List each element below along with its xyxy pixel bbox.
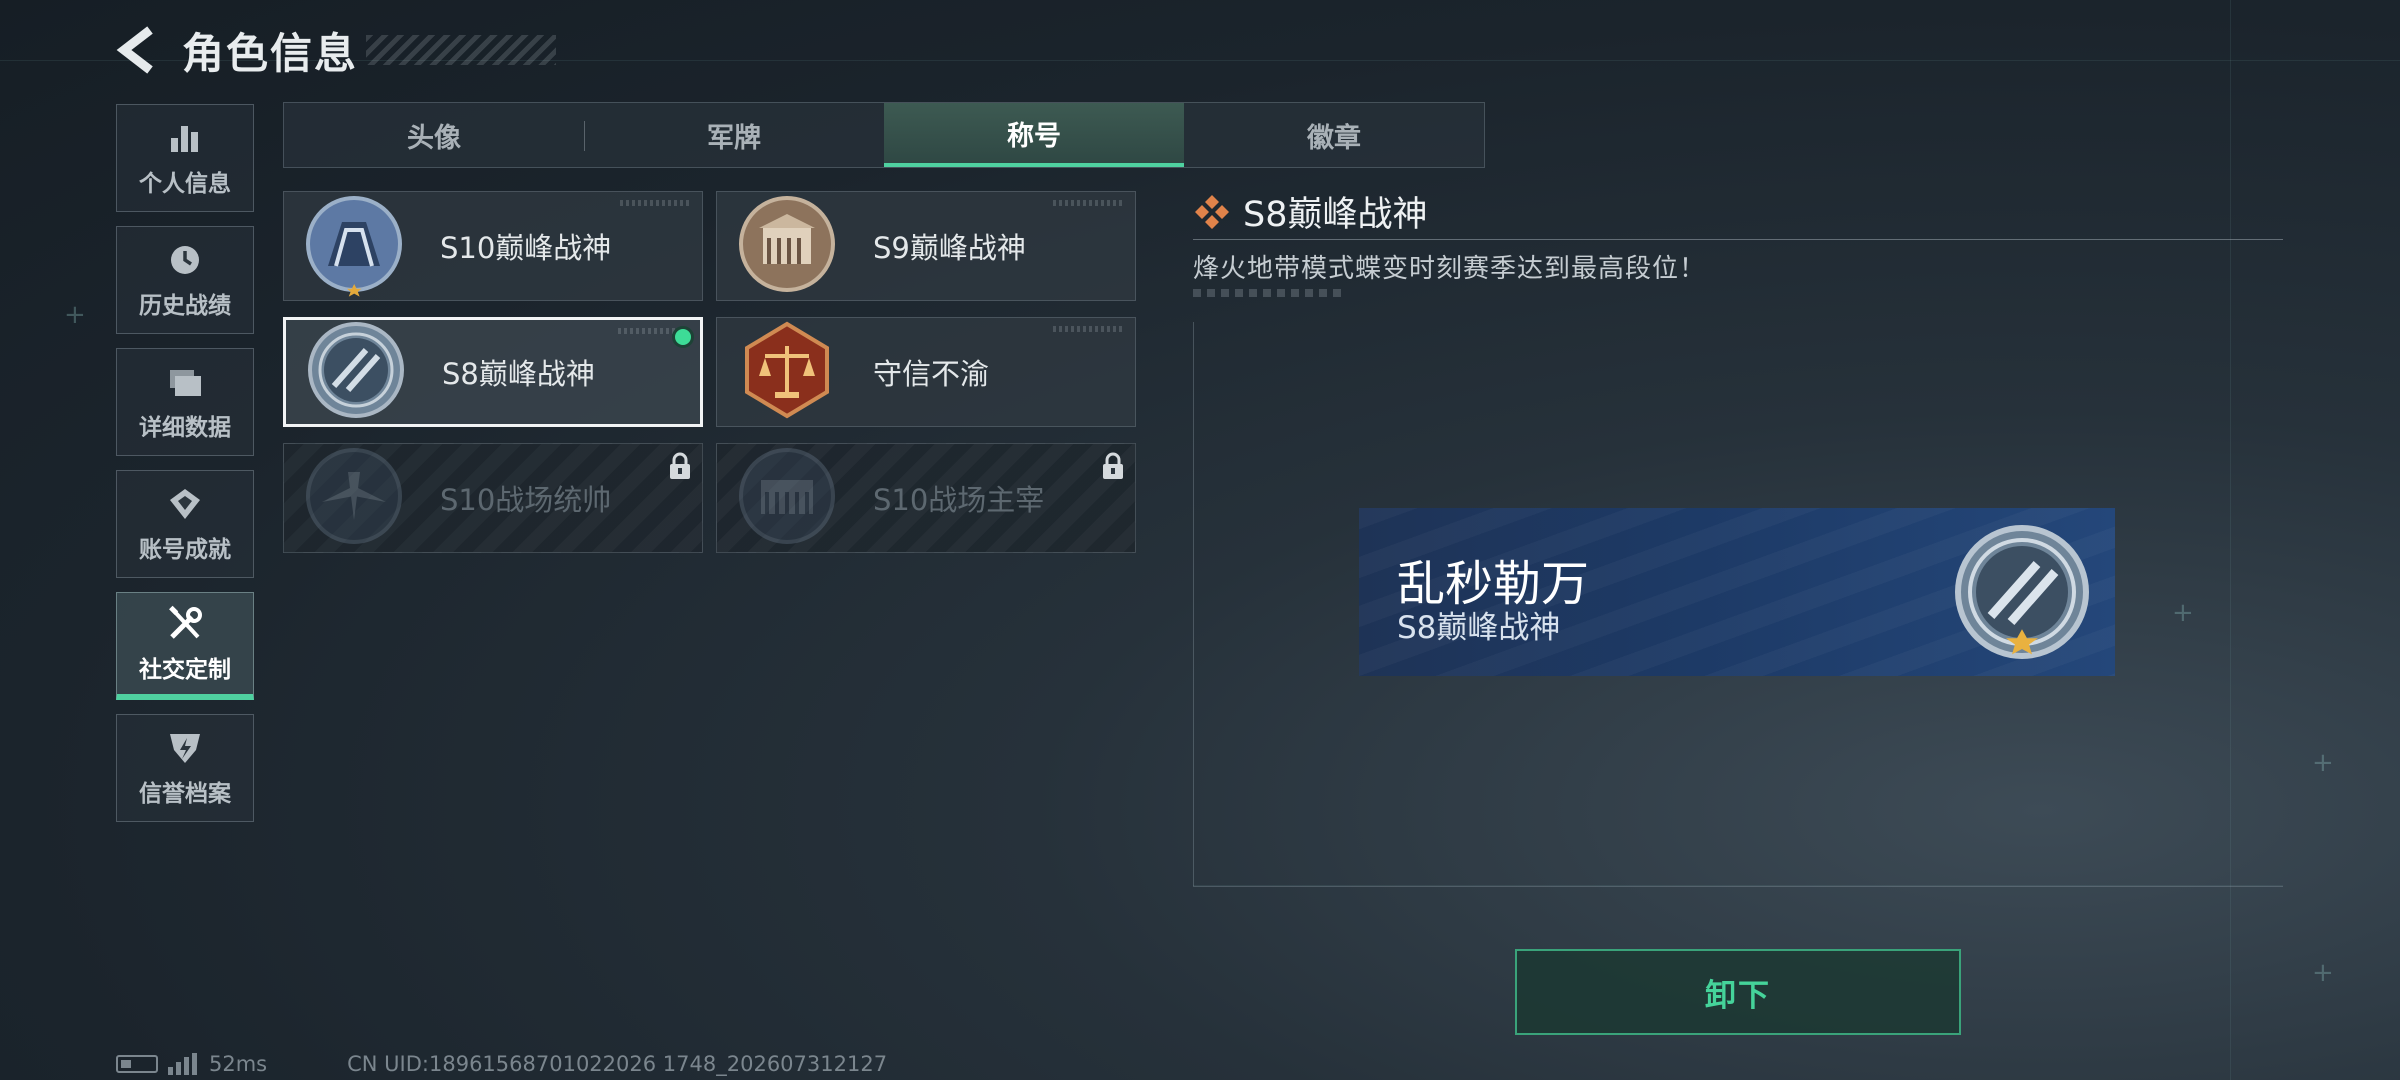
- sidebar-item-label: 账号成就: [139, 537, 231, 563]
- bg-crosshair: +: [2312, 958, 2334, 988]
- title-card[interactable]: S9巅峰战神: [716, 191, 1136, 301]
- tab-title[interactable]: 称号: [884, 103, 1184, 167]
- tab-badge[interactable]: 徽章: [1184, 103, 1484, 167]
- title-name: S10巅峰战神: [440, 231, 612, 265]
- sidebar-item-label: 社交定制: [139, 656, 231, 683]
- sidebar-item-match-history[interactable]: 历史战绩: [116, 226, 254, 334]
- card-decoration: [1053, 200, 1123, 206]
- shield-badge-icon: [165, 728, 205, 768]
- page-title: 角色信息: [182, 28, 359, 78]
- bg-crosshair: +: [2312, 748, 2334, 778]
- back-button[interactable]: [112, 20, 164, 80]
- sidebar-item-label: 信誉档案: [139, 781, 231, 807]
- title-name: S10战场统帅: [440, 483, 612, 517]
- ping-value: 52ms: [209, 1052, 268, 1076]
- sidebar-item-social-custom[interactable]: 社交定制: [116, 592, 254, 700]
- unequip-button[interactable]: 卸下: [1515, 949, 1961, 1035]
- sidebar-item-detailed-data[interactable]: 详细数据: [116, 348, 254, 456]
- peak-s9-emblem-icon: [739, 196, 835, 292]
- title-card-locked[interactable]: S10战场统帅: [283, 443, 703, 553]
- equipped-indicator: [672, 326, 694, 348]
- battlefield-commander-emblem-icon: [306, 448, 402, 544]
- user-uid: CN UID:18961568701022026 1748_2026073121…: [347, 1052, 888, 1076]
- bg-crosshair: +: [64, 300, 86, 330]
- tab-avatar[interactable]: 头像: [284, 103, 584, 167]
- status-bar: 52ms CN UID:18961568701022026 1748_20260…: [116, 1052, 887, 1076]
- detail-header: S8巅峰战神: [1193, 186, 1428, 237]
- title-decoration: [366, 35, 557, 65]
- sidebar-item-label: 历史战绩: [139, 293, 231, 319]
- card-decoration: [1053, 326, 1123, 332]
- peak-s8-emblem-icon: [308, 322, 404, 418]
- detail-subtext-decoration: [1193, 289, 1343, 297]
- title-card-selected[interactable]: S8巅峰战神: [283, 317, 703, 427]
- peak-s10-emblem-icon: [306, 196, 402, 297]
- sidebar-item-personal-info[interactable]: 个人信息: [116, 104, 254, 212]
- justice-scale-emblem-icon: [745, 321, 829, 419]
- sidebar: 个人信息 历史战绩 详细数据 账号成就 社交定制 信誉档案: [116, 104, 254, 836]
- sidebar-item-label: 详细数据: [139, 415, 231, 441]
- title-name: S10战场主宰: [873, 483, 1045, 517]
- detail-description: 烽火地带模式蝶变时刻赛季达到最高段位！: [1193, 254, 1707, 284]
- title-card[interactable]: 守信不渝: [716, 317, 1136, 427]
- sidebar-item-label: 个人信息: [139, 171, 231, 197]
- detail-title: S8巅峰战神: [1243, 195, 1428, 235]
- tab-dog-tag[interactable]: 军牌: [584, 103, 884, 167]
- diamond-cluster-icon: [1195, 194, 1229, 229]
- sidebar-item-achievements[interactable]: 账号成就: [116, 470, 254, 578]
- battery-icon: [116, 1055, 158, 1073]
- chevron-left-icon: [116, 26, 153, 74]
- nameplate-title: S8巅峰战神: [1397, 610, 1561, 646]
- card-decoration: [620, 200, 690, 206]
- title-card-locked[interactable]: S10战场主宰: [716, 443, 1136, 553]
- page-header: 角色信息: [112, 18, 557, 82]
- bar-chart-icon: [165, 118, 205, 158]
- title-name: 守信不渝: [873, 357, 990, 391]
- nameplate-preview: 乱秒勒万 S8巅峰战神: [1359, 508, 2115, 676]
- signal-icon: [168, 1053, 197, 1075]
- title-card[interactable]: S10巅峰战神: [283, 191, 703, 301]
- folders-icon: [165, 362, 205, 402]
- sidebar-item-credit-record[interactable]: 信誉档案: [116, 714, 254, 822]
- lock-icon: [1103, 452, 1123, 479]
- title-name: S9巅峰战神: [873, 231, 1026, 265]
- clock-history-icon: [165, 240, 205, 280]
- tools-icon: [165, 604, 205, 644]
- achievement-icon: [165, 484, 205, 524]
- title-name: S8巅峰战神: [442, 357, 595, 391]
- category-tabs: 头像 军牌 称号 徽章: [283, 102, 1485, 168]
- lock-icon: [670, 452, 690, 479]
- battlefield-dominator-emblem-icon: [739, 448, 835, 544]
- divider: [1193, 239, 2283, 240]
- unequip-label: 卸下: [1705, 977, 1771, 1014]
- peak-s8-emblem-icon: [1955, 525, 2089, 659]
